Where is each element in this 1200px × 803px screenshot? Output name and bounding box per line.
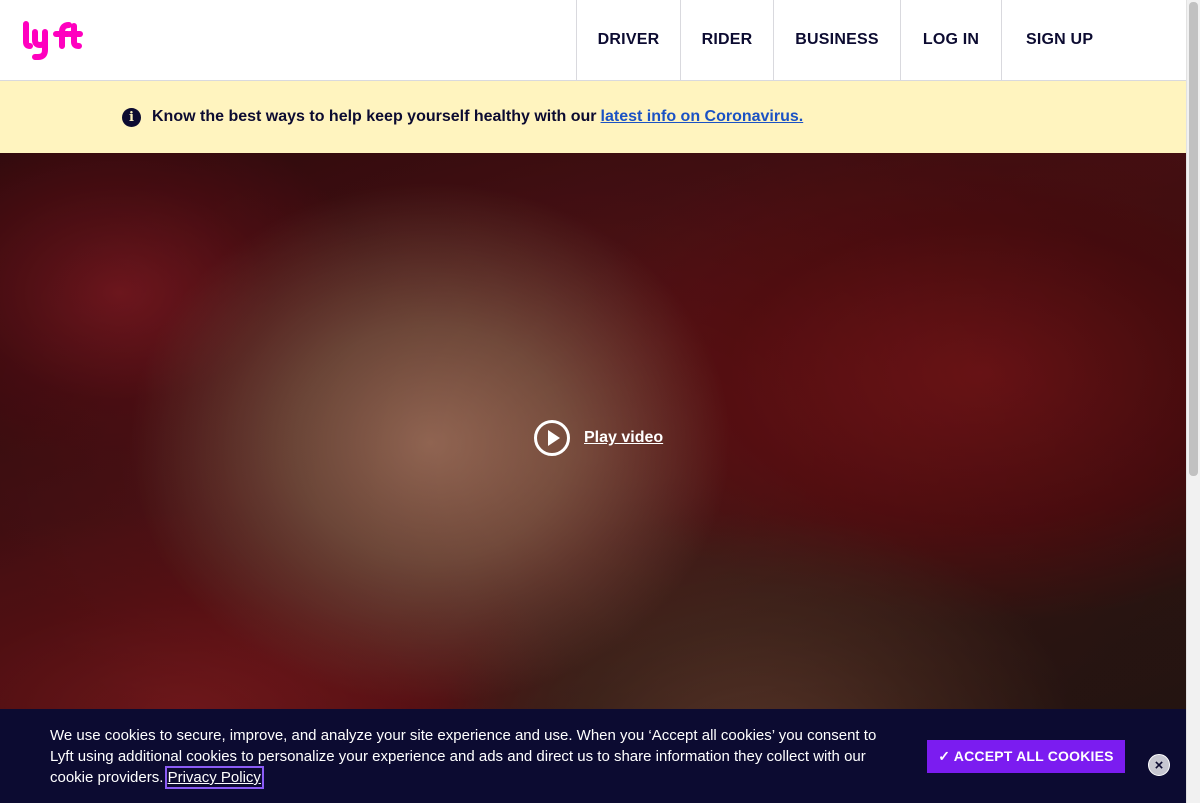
- play-icon: [534, 420, 570, 456]
- hero-image: [0, 153, 1186, 803]
- info-icon: i: [122, 107, 141, 127]
- privacy-policy-link[interactable]: Privacy Policy: [164, 766, 264, 789]
- banner-text: Know the best ways to help keep yourself…: [152, 108, 597, 125]
- play-video-label: Play video: [584, 429, 664, 446]
- cookie-message: We use cookies to secure, improve, and a…: [50, 725, 900, 789]
- cookie-consent-bar: We use cookies to secure, improve, and a…: [0, 709, 1186, 803]
- main-nav: DRIVER RIDER BUSINESS LOG IN SIGN UP: [576, 0, 1186, 80]
- covid-info-banner: i Know the best ways to help keep yourse…: [0, 81, 1186, 153]
- banner-message: Know the best ways to help keep yourself…: [152, 108, 803, 126]
- play-video-button[interactable]: Play video: [534, 420, 663, 456]
- nav-rider[interactable]: RIDER: [680, 0, 773, 80]
- scrollbar-thumb[interactable]: [1189, 2, 1198, 476]
- lyft-logo[interactable]: [22, 20, 84, 62]
- accept-all-cookies-button[interactable]: ✓ ACCEPT ALL COOKIES: [927, 740, 1125, 773]
- site-header: DRIVER RIDER BUSINESS LOG IN SIGN UP: [0, 0, 1186, 81]
- coronavirus-info-link[interactable]: latest info on Coronavirus.: [601, 108, 804, 125]
- page-scrollbar[interactable]: [1186, 0, 1200, 803]
- close-icon[interactable]: ×: [1148, 754, 1170, 776]
- hero-video[interactable]: Play video: [0, 153, 1186, 803]
- nav-business[interactable]: BUSINESS: [773, 0, 900, 80]
- nav-driver[interactable]: DRIVER: [576, 0, 680, 80]
- nav-log-in[interactable]: LOG IN: [900, 0, 1001, 80]
- nav-sign-up[interactable]: SIGN UP: [1001, 0, 1186, 80]
